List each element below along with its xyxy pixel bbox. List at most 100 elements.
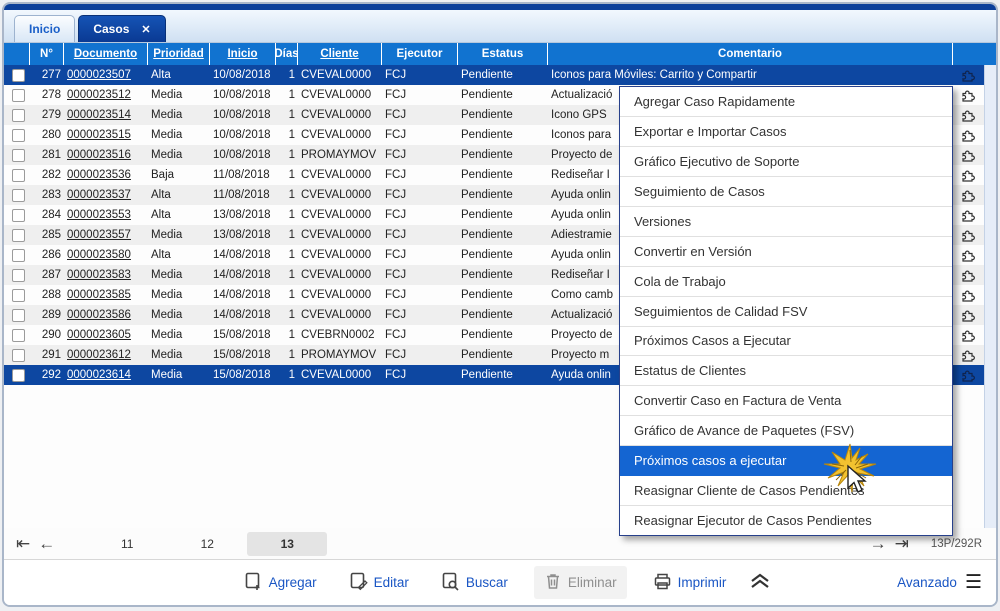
row-days: 1 [288, 209, 295, 221]
row-checkbox[interactable] [4, 228, 30, 242]
row-priority: Alta [151, 209, 171, 221]
row-start-date: 11/08/2018 [213, 189, 270, 201]
puzzle-icon[interactable] [953, 288, 983, 303]
header-dias[interactable]: Días [276, 43, 298, 65]
row-checkbox[interactable] [4, 148, 30, 162]
context-menu-item[interactable]: Convertir Caso en Factura de Venta [620, 386, 952, 417]
page-button[interactable]: 11 [87, 532, 167, 556]
last-page-icon[interactable]: ⇥ [895, 535, 909, 552]
row-priority: Media [151, 309, 183, 321]
row-start-date: 13/08/2018 [213, 209, 271, 221]
header-documento[interactable]: Documento [64, 43, 148, 65]
row-checkbox[interactable] [4, 188, 30, 202]
row-executor: FCJ [385, 69, 407, 81]
context-menu-item[interactable]: Gráfico Ejecutivo de Soporte [620, 147, 952, 177]
document-link[interactable]: 0000023585 [64, 289, 148, 301]
document-link[interactable]: 0000023553 [64, 209, 148, 221]
document-link[interactable]: 0000023512 [64, 89, 148, 101]
context-menu-item[interactable]: Reasignar Ejecutor de Casos Pendientes [620, 506, 952, 535]
vertical-scrollbar[interactable] [984, 65, 996, 528]
row-priority: Alta [151, 249, 171, 261]
row-checkbox[interactable] [4, 348, 30, 362]
tab-inicio[interactable]: Inicio [14, 15, 76, 42]
document-link[interactable]: 0000023586 [64, 309, 148, 321]
puzzle-icon[interactable] [953, 88, 983, 103]
collapse-toolbar-icon[interactable] [748, 571, 772, 594]
next-page-icon[interactable]: → [870, 535, 887, 552]
puzzle-icon[interactable] [953, 208, 983, 223]
puzzle-icon[interactable] [953, 328, 983, 343]
header-ejecutor[interactable]: Ejecutor [382, 43, 458, 65]
document-link[interactable]: 0000023583 [64, 269, 148, 281]
header-numero[interactable]: N° [30, 43, 64, 65]
puzzle-icon[interactable] [953, 128, 983, 143]
puzzle-icon[interactable] [953, 248, 983, 263]
document-link[interactable]: 0000023515 [64, 129, 148, 141]
imprimir-button[interactable]: Imprimir [653, 572, 726, 594]
document-link[interactable]: 0000023614 [64, 369, 148, 381]
puzzle-icon[interactable] [953, 68, 983, 83]
context-menu-item[interactable]: Gráfico de Avance de Paquetes (FSV) [620, 416, 952, 447]
context-menu-item[interactable]: Próximos casos a ejecutar [620, 446, 952, 477]
row-priority: Baja [151, 169, 175, 181]
puzzle-icon[interactable] [953, 148, 983, 163]
context-menu-item[interactable]: Agregar Caso Rapidamente [620, 87, 952, 117]
puzzle-icon[interactable] [953, 108, 983, 123]
context-menu-item[interactable]: Convertir en Versión [620, 237, 952, 267]
row-checkbox[interactable] [4, 128, 30, 142]
header-comentario[interactable]: Comentario [548, 43, 953, 65]
document-link[interactable]: 0000023507 [64, 69, 148, 81]
puzzle-icon[interactable] [953, 228, 983, 243]
editar-button[interactable]: Editar [349, 572, 409, 594]
puzzle-icon[interactable] [953, 268, 983, 283]
table-row[interactable]: 277 0000023507 Alta 10/08/2018 1 CVEVAL0… [4, 65, 996, 85]
agregar-button[interactable]: Agregar [244, 572, 317, 594]
buscar-button[interactable]: Buscar [441, 572, 508, 594]
row-checkbox[interactable] [4, 88, 30, 102]
header-prioridad[interactable]: Prioridad [148, 43, 210, 65]
document-link[interactable]: 0000023537 [64, 189, 148, 201]
context-menu-item[interactable]: Cola de Trabajo [620, 267, 952, 297]
puzzle-icon[interactable] [953, 348, 983, 363]
tab-casos[interactable]: Casos ✕ [78, 15, 166, 42]
header-inicio[interactable]: Inicio [210, 43, 276, 65]
context-menu-item[interactable]: Exportar e Importar Casos [620, 117, 952, 147]
row-checkbox[interactable] [4, 368, 30, 382]
row-checkbox[interactable] [4, 168, 30, 182]
avanzado-button[interactable]: Avanzado ☰ [897, 573, 982, 592]
row-checkbox[interactable] [4, 288, 30, 302]
header-estatus[interactable]: Estatus [458, 43, 548, 65]
page-button[interactable]: 12 [167, 532, 247, 556]
context-menu-item[interactable]: Reasignar Cliente de Casos Pendientes [620, 476, 952, 507]
document-link[interactable]: 0000023536 [64, 169, 148, 181]
row-checkbox[interactable] [4, 328, 30, 342]
context-menu-item[interactable]: Seguimientos de Calidad FSV [620, 297, 952, 327]
context-menu-item[interactable]: Estatus de Clientes [620, 356, 952, 387]
row-checkbox[interactable] [4, 108, 30, 122]
document-link[interactable]: 0000023557 [64, 229, 148, 241]
document-link[interactable]: 0000023605 [64, 329, 148, 341]
puzzle-icon[interactable] [953, 188, 983, 203]
row-checkbox[interactable] [4, 308, 30, 322]
puzzle-icon[interactable] [953, 368, 983, 383]
document-link[interactable]: 0000023514 [64, 109, 148, 121]
first-page-icon[interactable]: ⇤ [16, 535, 30, 552]
context-menu-item[interactable]: Próximos Casos a Ejecutar [620, 327, 952, 357]
document-link[interactable]: 0000023612 [64, 349, 148, 361]
context-menu-item[interactable]: Versiones [620, 207, 952, 237]
page-button[interactable]: 13 [247, 531, 328, 556]
row-checkbox[interactable] [4, 248, 30, 262]
row-client: CVEVAL0000 [301, 69, 372, 81]
row-checkbox[interactable] [4, 68, 30, 82]
document-link[interactable]: 0000023580 [64, 249, 148, 261]
eliminar-button[interactable]: Eliminar [533, 566, 627, 599]
puzzle-icon[interactable] [953, 308, 983, 323]
document-link[interactable]: 0000023516 [64, 149, 148, 161]
previous-page-icon[interactable]: ← [38, 535, 55, 552]
header-cliente[interactable]: Cliente [298, 43, 382, 65]
row-checkbox[interactable] [4, 268, 30, 282]
context-menu-item[interactable]: Seguimiento de Casos [620, 177, 952, 207]
close-tab-icon[interactable]: ✕ [141, 23, 150, 36]
row-checkbox[interactable] [4, 208, 30, 222]
puzzle-icon[interactable] [953, 168, 983, 183]
